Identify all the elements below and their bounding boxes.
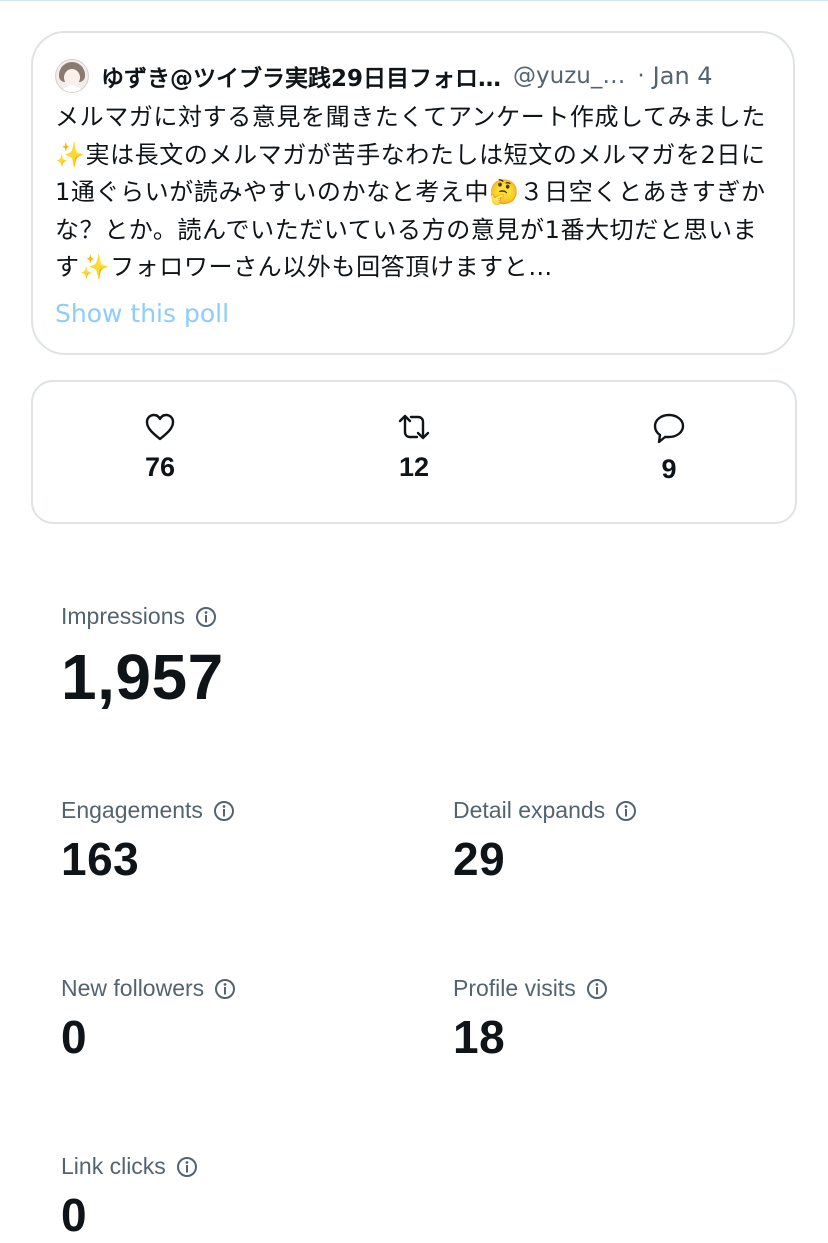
reply-count: 9 [661, 454, 677, 484]
new-followers-value: 0 [61, 1011, 88, 1063]
metric-profile-visits: Profile visits 18 [453, 975, 608, 1064]
info-icon[interactable] [213, 800, 235, 822]
metric-detail-expands: Detail expands 29 [453, 797, 637, 886]
top-divider [0, 0, 828, 1]
metric-new-followers: New followers 0 [61, 975, 236, 1064]
avatar[interactable] [55, 59, 89, 93]
detail-expands-label: Detail expands [453, 797, 606, 823]
tweet-date[interactable]: Jan 4 [653, 62, 713, 90]
metric-engagements: Engagements 163 [61, 797, 235, 886]
info-icon[interactable] [195, 606, 217, 628]
link-clicks-value: 0 [61, 1189, 88, 1241]
metric-link-clicks: Link clicks 0 [61, 1153, 198, 1242]
metric-impressions: Impressions 1,957 [61, 603, 224, 714]
display-name[interactable]: ゆずき@ツイブラ実践29日目フォロ… [101, 59, 501, 93]
impressions-value: 1,957 [61, 641, 224, 713]
impressions-label: Impressions [61, 603, 185, 629]
info-icon[interactable] [176, 1156, 198, 1178]
link-clicks-label: Link clicks [61, 1153, 166, 1179]
retweet-icon [398, 414, 430, 440]
user-handle: @yuzu_… [513, 63, 626, 89]
tweet-header: ゆずき@ツイブラ実践29日目フォロ… @yuzu_… · Jan 4 [55, 55, 777, 97]
tweet-text: メルマガに対する意見を聞きたくてアンケート作成してみました✨実は長文のメルマガが… [55, 103, 766, 281]
profile-visits-label: Profile visits [453, 975, 576, 1001]
quoted-tweet-card[interactable]: ゆずき@ツイブラ実践29日目フォロ… @yuzu_… · Jan 4 メルマガに… [31, 31, 795, 355]
detail-expands-value: 29 [453, 833, 506, 885]
profile-visits-value: 18 [453, 1011, 506, 1063]
engagements-label: Engagements [61, 797, 203, 823]
separator-dot: · [637, 63, 645, 89]
like-action[interactable]: 76 [100, 412, 220, 483]
engagement-actions-card: 76 12 9 [31, 380, 797, 524]
info-icon[interactable] [214, 978, 236, 1000]
info-icon[interactable] [615, 800, 637, 822]
like-count: 76 [144, 452, 176, 482]
show-poll-link[interactable]: Show this poll [55, 299, 229, 328]
engagements-value: 163 [61, 833, 140, 885]
heart-icon [145, 413, 175, 441]
retweet-count: 12 [398, 452, 430, 482]
reply-icon [653, 413, 685, 444]
info-icon[interactable] [586, 978, 608, 1000]
new-followers-label: New followers [61, 975, 205, 1001]
retweet-action[interactable]: 12 [354, 412, 474, 483]
reply-action[interactable]: 9 [609, 412, 729, 485]
